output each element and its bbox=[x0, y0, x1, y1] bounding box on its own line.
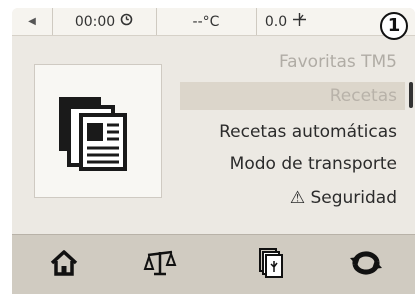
home-icon bbox=[49, 249, 79, 281]
scale-button[interactable] bbox=[136, 245, 184, 285]
recipe-book-button[interactable] bbox=[248, 245, 296, 285]
device-screen: ◀ 00:00 --°C 0.0 1 Favoritas TM5 Recetas… bbox=[0, 0, 420, 294]
timer-value: 00:00 bbox=[74, 13, 116, 30]
menu-item-modo-transporte[interactable]: Modo de transporte bbox=[230, 154, 397, 174]
recipe-book-icon bbox=[259, 248, 285, 282]
turbo-icon bbox=[349, 250, 383, 280]
home-button[interactable] bbox=[40, 245, 88, 285]
bottom-nav-bar bbox=[12, 234, 415, 294]
timer-display[interactable]: 00:00 bbox=[52, 8, 157, 35]
speed-icon bbox=[292, 12, 307, 31]
menu-item-favoritas[interactable]: Favoritas TM5 bbox=[279, 52, 397, 72]
scale-icon bbox=[143, 249, 177, 281]
speed-value: 0.0 bbox=[264, 13, 288, 30]
turbo-button[interactable] bbox=[342, 245, 390, 285]
speed-display[interactable]: 0.0 bbox=[256, 8, 316, 35]
temperature-display[interactable]: --°C bbox=[156, 8, 257, 35]
menu-item-seguridad[interactable]: ⚠ Seguridad bbox=[290, 188, 397, 208]
clock-icon bbox=[120, 13, 133, 30]
back-arrow-icon[interactable]: ◀ bbox=[12, 8, 53, 35]
menu-item-recetas[interactable]: Recetas bbox=[180, 82, 405, 110]
temperature-value: --°C bbox=[192, 13, 220, 30]
step-badge: 1 bbox=[380, 12, 408, 40]
status-bar: ◀ 00:00 --°C 0.0 bbox=[12, 8, 415, 36]
menu-scrollbar[interactable] bbox=[409, 82, 413, 108]
recipes-icon bbox=[57, 91, 141, 175]
recipes-tile[interactable] bbox=[34, 64, 162, 198]
menu-item-recetas-automaticas[interactable]: Recetas automáticas bbox=[219, 122, 397, 142]
app-frame: ◀ 00:00 --°C 0.0 1 Favoritas TM5 Recetas… bbox=[12, 8, 415, 294]
